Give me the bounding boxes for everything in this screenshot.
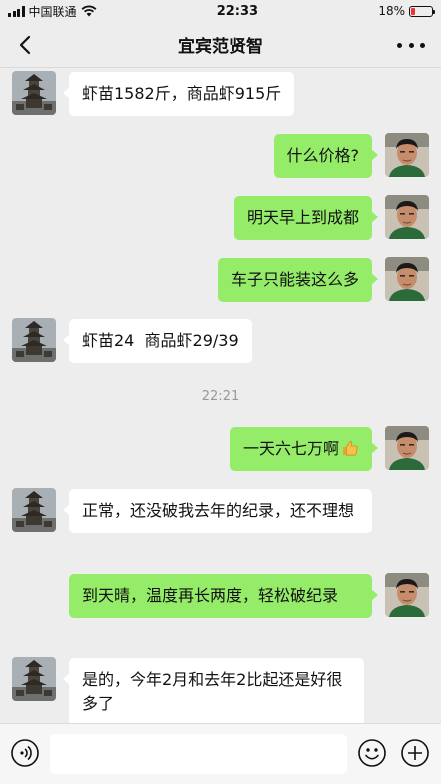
contact-avatar[interactable]	[12, 318, 56, 362]
message-text: 虾苗1582斤，商品虾915斤	[82, 84, 282, 103]
message-text: 正常，还没破我去年的纪录，还不理想	[82, 501, 355, 520]
emoji-icon[interactable]	[357, 738, 387, 768]
message-row: 车子只能装这么多	[0, 257, 441, 305]
more-options-icon[interactable]	[397, 33, 425, 57]
battery-level	[410, 7, 415, 15]
outgoing-message-bubble[interactable]: 到天晴，温度再长两度，轻松破纪录	[69, 574, 378, 618]
message-row: 明天早上到成都	[0, 195, 441, 243]
message-row: 虾苗1582斤，商品虾915斤	[0, 71, 441, 119]
status-bar: 中国联通 22:33 18%	[0, 0, 441, 22]
message-row: 正常，还没破我去年的纪录，还不理想	[0, 488, 441, 560]
pagoda-avatar-icon	[12, 318, 56, 362]
person-avatar-icon	[385, 133, 429, 177]
time-separator: 22:21	[201, 389, 240, 404]
incoming-message-bubble[interactable]: 虾苗1582斤，商品虾915斤	[62, 72, 295, 116]
message-row: 什么价格?	[0, 133, 441, 181]
pagoda-avatar-icon	[12, 488, 56, 532]
message-row: 虾苗24 商品虾29/39	[0, 318, 441, 366]
contact-avatar[interactable]	[12, 488, 56, 532]
pagoda-avatar-icon	[12, 71, 56, 115]
chat-title: 宜宾范贤智	[178, 37, 263, 57]
outgoing-message-bubble[interactable]: 车子只能装这么多	[217, 258, 379, 302]
self-avatar[interactable]	[385, 573, 429, 617]
message-text: 一天六七万啊	[242, 439, 339, 458]
wifi-icon	[81, 5, 96, 17]
message-text-input[interactable]	[50, 734, 347, 774]
incoming-message-bubble[interactable]: 是的，今年2月和去年2比起还是好很多了	[63, 658, 364, 723]
carrier-label: 中国联通	[28, 4, 77, 19]
battery-percent: 18%	[378, 4, 405, 18]
message-text: 到天晴，温度再长两度，轻松破纪录	[82, 586, 339, 605]
message-text: 什么价格?	[286, 146, 360, 165]
message-list[interactable]: 虾苗1582斤，商品虾915斤 什么价格? 明天早上到成都 车子只能装这么多 虾…	[0, 68, 441, 723]
message-text: 明天早上到成都	[246, 208, 359, 227]
message-text: 车子只能装这么多	[230, 270, 359, 289]
person-avatar-icon	[385, 573, 429, 617]
clock: 22:33	[216, 3, 259, 19]
message-text: 虾苗24 商品虾29/39	[82, 331, 239, 350]
plus-icon[interactable]	[400, 738, 430, 768]
person-avatar-icon	[385, 195, 429, 239]
thumbs-up-emoji-icon	[343, 440, 358, 456]
outgoing-message-bubble[interactable]: 明天早上到成都	[233, 196, 379, 240]
chat-header: 宜宾范贤智	[0, 22, 441, 68]
self-avatar[interactable]	[385, 426, 429, 470]
message-row: 一天六七万啊	[0, 426, 441, 474]
self-avatar[interactable]	[385, 133, 429, 177]
self-avatar[interactable]	[385, 257, 429, 301]
person-avatar-icon	[385, 426, 429, 470]
signal-icon	[8, 5, 25, 17]
pagoda-avatar-icon	[12, 657, 56, 701]
person-avatar-icon	[385, 257, 429, 301]
voice-icon[interactable]	[10, 738, 40, 768]
incoming-message-bubble[interactable]: 正常，还没破我去年的纪录，还不理想	[63, 489, 372, 533]
message-row: 到天晴，温度再长两度，轻松破纪录	[0, 573, 441, 645]
contact-avatar[interactable]	[12, 71, 56, 115]
contact-avatar[interactable]	[12, 657, 56, 701]
incoming-message-bubble[interactable]: 虾苗24 商品虾29/39	[63, 319, 252, 363]
outgoing-message-bubble[interactable]: 一天六七万啊	[229, 427, 379, 471]
message-input-bar	[0, 723, 441, 784]
message-text: 是的，今年2月和去年2比起还是好很多了	[82, 670, 343, 713]
message-row: 是的，今年2月和去年2比起还是好很多了	[0, 657, 441, 723]
status-left: 中国联通	[8, 3, 97, 20]
back-arrow-icon[interactable]	[14, 33, 38, 57]
outgoing-message-bubble[interactable]: 什么价格?	[273, 134, 378, 178]
self-avatar[interactable]	[385, 195, 429, 239]
battery-icon	[408, 5, 435, 17]
status-right: 18%	[378, 4, 435, 18]
